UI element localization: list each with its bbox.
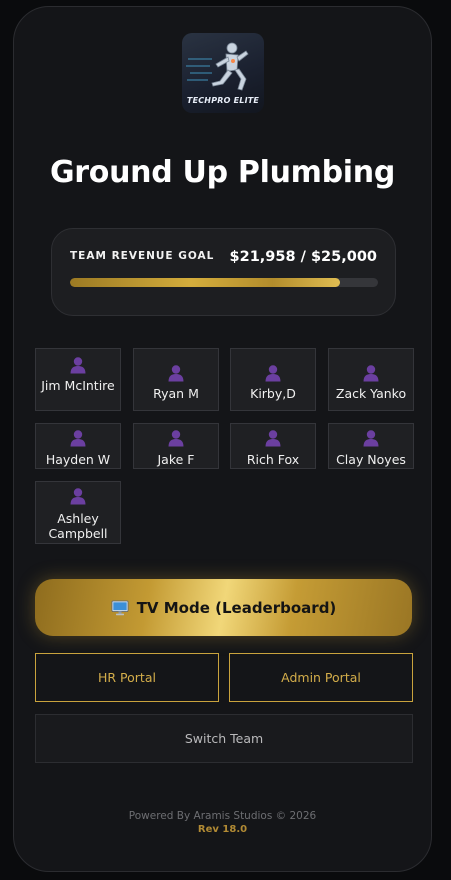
member-name: Ashley Campbell	[48, 511, 108, 541]
user-icon	[70, 430, 86, 447]
user-icon	[265, 365, 281, 382]
member-name: Ryan M	[153, 386, 199, 401]
footer-credit: Powered By Aramis Studios © 2026	[128, 810, 317, 822]
member-tile[interactable]: Zack Yanko	[328, 348, 414, 411]
switch-team-button[interactable]: Switch Team	[35, 714, 413, 763]
goal-label: TEAM REVENUE GOAL	[70, 250, 215, 262]
user-icon	[70, 357, 86, 374]
member-name: Rich Fox	[246, 452, 300, 467]
logo-text: TECHPRO ELITE	[186, 96, 260, 105]
goal-progress-track	[70, 278, 378, 287]
team-title: Ground Up Plumbing	[49, 155, 396, 190]
admin-portal-label: Admin Portal	[281, 670, 361, 685]
member-tile[interactable]: Ryan M	[133, 348, 219, 411]
member-tile[interactable]: Jim McIntire	[35, 348, 121, 411]
user-icon	[168, 430, 184, 447]
member-name: Jim McIntire	[41, 378, 115, 393]
member-tile[interactable]: Kirby,D	[230, 348, 316, 411]
admin-portal-button[interactable]: Admin Portal	[229, 653, 413, 702]
user-icon	[363, 365, 379, 382]
user-icon	[70, 488, 86, 505]
member-tile[interactable]: Hayden W	[35, 423, 121, 469]
hr-portal-button[interactable]: HR Portal	[35, 653, 219, 702]
member-name: Clay Noyes	[336, 452, 406, 467]
revenue-goal-card: TEAM REVENUE GOAL $21,958 / $25,000	[51, 228, 396, 316]
member-tile[interactable]: Ashley Campbell	[35, 481, 121, 544]
techpro-elite-logo: TECHPRO ELITE	[182, 33, 264, 113]
footer-revision: Rev 18.0	[197, 824, 248, 835]
goal-value: $21,958 / $25,000	[229, 249, 377, 265]
tv-mode-label: TV Mode (Leaderboard)	[136, 598, 337, 617]
app-container: TECHPRO ELITE Ground Up Plumbing TEAM RE…	[13, 6, 432, 872]
goal-progress-fill	[70, 278, 341, 287]
member-tile[interactable]: Jake F	[133, 423, 219, 469]
switch-team-label: Switch Team	[184, 731, 264, 746]
member-name: Jake F	[157, 452, 195, 467]
user-icon	[168, 365, 184, 382]
member-name: Kirby,D	[250, 386, 296, 401]
desktop-monitor-icon	[111, 600, 129, 615]
member-name: Zack Yanko	[335, 386, 407, 401]
user-icon	[265, 430, 281, 447]
member-tile[interactable]: Rich Fox	[230, 423, 316, 469]
hr-portal-label: HR Portal	[98, 670, 156, 685]
tv-mode-button[interactable]: TV Mode (Leaderboard)	[35, 579, 412, 636]
user-icon	[363, 430, 379, 447]
member-tile[interactable]: Clay Noyes	[328, 423, 414, 469]
member-name: Hayden W	[45, 452, 111, 467]
